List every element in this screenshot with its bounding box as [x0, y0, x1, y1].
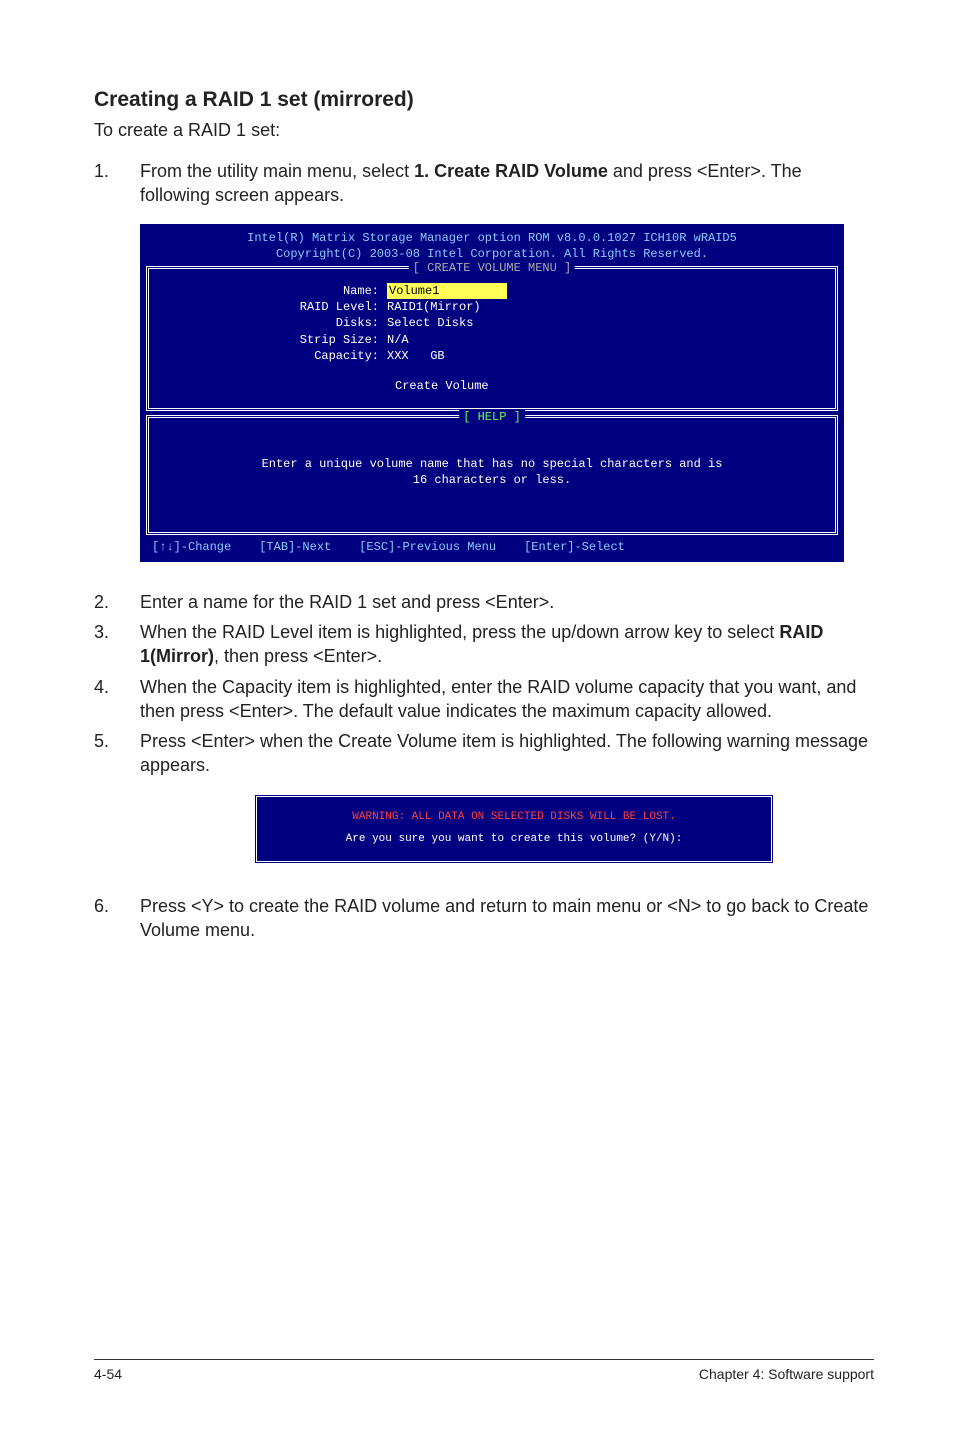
key-change: [↑↓]-Change — [152, 539, 231, 555]
label-disks: Disks: — [157, 315, 387, 331]
bios-create-volume-frame: [ CREATE VOLUME MENU ] Name: Volume1 RAI… — [146, 266, 838, 411]
warning-prompt[interactable]: Are you sure you want to create this vol… — [346, 833, 683, 845]
value-capacity[interactable]: XXX GB — [387, 348, 827, 364]
page-number: 4-54 — [94, 1366, 122, 1382]
label-strip-size: Strip Size: — [157, 332, 387, 348]
step-num: 2. — [94, 590, 140, 614]
step-text-post: , then press <Enter>. — [214, 646, 382, 666]
value-raid-level[interactable]: RAID1(Mirror) — [387, 299, 827, 315]
step-body: Enter a name for the RAID 1 set and pres… — [140, 590, 874, 614]
label-name: Name: — [157, 283, 387, 299]
step-3: 3. When the RAID Level item is highlight… — [94, 620, 874, 669]
step-num: 1. — [94, 159, 140, 208]
key-prev: [ESC]-Previous Menu — [359, 539, 496, 555]
help-line-1: Enter a unique volume name that has no s… — [163, 456, 821, 472]
steps-list-3: 6. Press <Y> to create the RAID volume a… — [94, 894, 874, 943]
label-raid-level: RAID Level: — [157, 299, 387, 315]
value-strip-size: N/A — [387, 332, 827, 348]
help-line-2: 16 characters or less. — [163, 472, 821, 488]
frame-title-create: [ CREATE VOLUME MENU ] — [409, 260, 575, 276]
key-select: [Enter]-Select — [524, 539, 625, 555]
bios-screenshot: Intel(R) Matrix Storage Manager option R… — [140, 224, 844, 562]
step-body: Press <Enter> when the Create Volume ite… — [140, 729, 874, 778]
step-num: 5. — [94, 729, 140, 778]
bios-help-frame: [ HELP ] Enter a unique volume name that… — [146, 415, 838, 535]
input-volume-name[interactable]: Volume1 — [387, 283, 507, 299]
section-heading: Creating a RAID 1 set (mirrored) — [94, 88, 874, 112]
label-capacity: Capacity: — [157, 348, 387, 364]
step-num: 6. — [94, 894, 140, 943]
bios-footer-keys: [↑↓]-Change [TAB]-Next [ESC]-Previous Me… — [140, 535, 844, 561]
step-body: When the Capacity item is highlighted, e… — [140, 675, 874, 724]
value-disks[interactable]: Select Disks — [387, 315, 827, 331]
warning-red-text: WARNING: ALL DATA ON SELECTED DISKS WILL… — [267, 811, 761, 823]
step-5: 5. Press <Enter> when the Create Volume … — [94, 729, 874, 778]
bios-warning-dialog: WARNING: ALL DATA ON SELECTED DISKS WILL… — [254, 794, 774, 864]
step-text-pre: From the utility main menu, select — [140, 161, 414, 181]
steps-list-1: 1. From the utility main menu, select 1.… — [94, 159, 874, 208]
step-body: Press <Y> to create the RAID volume and … — [140, 894, 874, 943]
frame-title-help: [ HELP ] — [459, 409, 525, 425]
step-1: 1. From the utility main menu, select 1.… — [94, 159, 874, 208]
key-next: [TAB]-Next — [259, 539, 331, 555]
step-6: 6. Press <Y> to create the RAID volume a… — [94, 894, 874, 943]
bios-form: Name: Volume1 RAID Level: RAID1(Mirror) … — [157, 283, 827, 394]
help-text: Enter a unique volume name that has no s… — [157, 428, 827, 518]
create-volume-action[interactable]: Create Volume — [157, 378, 827, 394]
step-body: When the RAID Level item is highlighted,… — [140, 620, 874, 669]
step-2: 2. Enter a name for the RAID 1 set and p… — [94, 590, 874, 614]
step-text-pre: When the RAID Level item is highlighted,… — [140, 622, 779, 642]
step-num: 4. — [94, 675, 140, 724]
intro-text: To create a RAID 1 set: — [94, 120, 874, 141]
steps-list-2: 2. Enter a name for the RAID 1 set and p… — [94, 590, 874, 778]
step-body: From the utility main menu, select 1. Cr… — [140, 159, 874, 208]
bios-header-1: Intel(R) Matrix Storage Manager option R… — [148, 230, 836, 246]
page-footer: 4-54 Chapter 4: Software support — [94, 1359, 874, 1382]
step-num: 3. — [94, 620, 140, 669]
chapter-label: Chapter 4: Software support — [699, 1366, 874, 1382]
step-4: 4. When the Capacity item is highlighted… — [94, 675, 874, 724]
step-text-bold: 1. Create RAID Volume — [414, 161, 608, 181]
